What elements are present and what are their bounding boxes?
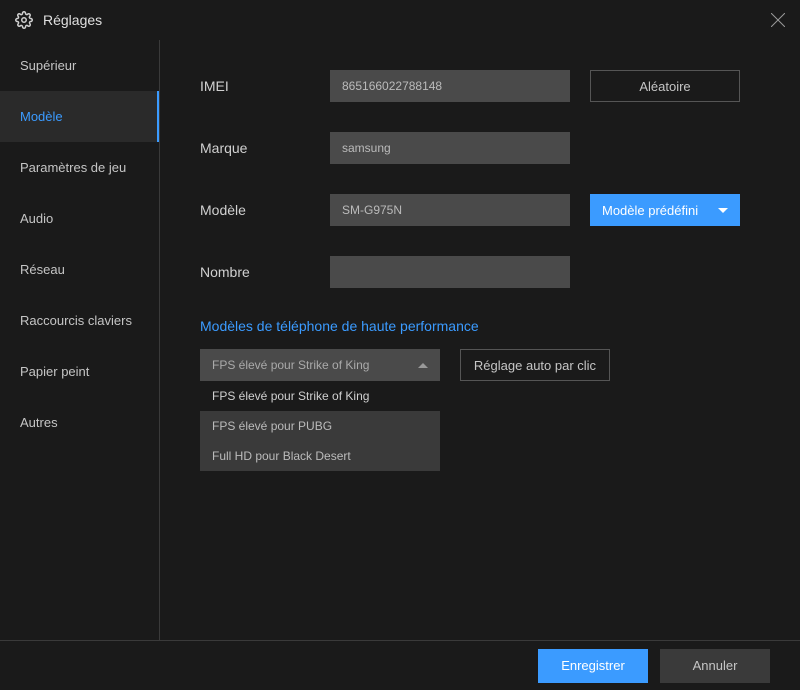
model-row: Modèle Modèle prédéfini [200, 194, 760, 226]
model-label: Modèle [200, 202, 330, 218]
chevron-up-icon [418, 363, 428, 368]
brand-label: Marque [200, 140, 330, 156]
number-row: Nombre [200, 256, 760, 288]
sidebar-item-label: Papier peint [20, 364, 89, 379]
header: Réglages [0, 0, 800, 40]
auto-adjust-button[interactable]: Réglage auto par clic [460, 349, 610, 381]
chevron-down-icon [718, 208, 728, 213]
perf-option-blackdesert[interactable]: Full HD pour Black Desert [200, 441, 440, 471]
sidebar-item-network[interactable]: Réseau [0, 244, 159, 295]
save-button[interactable]: Enregistrer [538, 649, 648, 683]
imei-input[interactable] [330, 70, 570, 102]
number-input[interactable] [330, 256, 570, 288]
sidebar-item-label: Paramètres de jeu [20, 160, 126, 175]
model-input[interactable] [330, 194, 570, 226]
gear-icon [15, 11, 33, 29]
sidebar-item-model[interactable]: Modèle [0, 91, 159, 142]
sidebar: Supérieur Modèle Paramètres de jeu Audio… [0, 40, 160, 640]
perf-dropdown[interactable]: FPS élevé pour Strike of King [200, 349, 440, 381]
sidebar-item-label: Audio [20, 211, 53, 226]
random-button[interactable]: Aléatoire [590, 70, 740, 102]
sidebar-item-label: Autres [20, 415, 58, 430]
sidebar-item-shortcuts[interactable]: Raccourcis claviers [0, 295, 159, 346]
footer: Enregistrer Annuler [0, 640, 800, 690]
window-title: Réglages [43, 12, 771, 28]
perf-dropdown-selected: FPS élevé pour Strike of King [212, 358, 369, 372]
sidebar-item-label: Réseau [20, 262, 65, 277]
main-container: Supérieur Modèle Paramètres de jeu Audio… [0, 40, 800, 640]
preset-model-dropdown[interactable]: Modèle prédéfini [590, 194, 740, 226]
sidebar-item-superior[interactable]: Supérieur [0, 40, 159, 91]
number-label: Nombre [200, 264, 330, 280]
content: IMEI Aléatoire Marque Modèle Modèle préd… [160, 40, 800, 640]
perf-section-title: Modèles de téléphone de haute performanc… [200, 318, 760, 334]
sidebar-item-label: Modèle [20, 109, 63, 124]
perf-dropdown-menu: FPS élevé pour Strike of King FPS élevé … [200, 381, 440, 471]
close-icon[interactable] [771, 13, 785, 27]
brand-row: Marque [200, 132, 760, 164]
cancel-button[interactable]: Annuler [660, 649, 770, 683]
brand-input[interactable] [330, 132, 570, 164]
sidebar-item-label: Supérieur [20, 58, 76, 73]
perf-option-pubg[interactable]: FPS élevé pour PUBG [200, 411, 440, 441]
perf-option-strike[interactable]: FPS élevé pour Strike of King [200, 381, 440, 411]
perf-dropdown-container: FPS élevé pour Strike of King FPS élevé … [200, 349, 760, 381]
imei-row: IMEI Aléatoire [200, 70, 760, 102]
preset-model-label: Modèle prédéfini [602, 203, 698, 218]
sidebar-item-audio[interactable]: Audio [0, 193, 159, 244]
sidebar-item-wallpaper[interactable]: Papier peint [0, 346, 159, 397]
sidebar-item-label: Raccourcis claviers [20, 313, 132, 328]
sidebar-item-others[interactable]: Autres [0, 397, 159, 448]
sidebar-item-game-params[interactable]: Paramètres de jeu [0, 142, 159, 193]
imei-label: IMEI [200, 78, 330, 94]
